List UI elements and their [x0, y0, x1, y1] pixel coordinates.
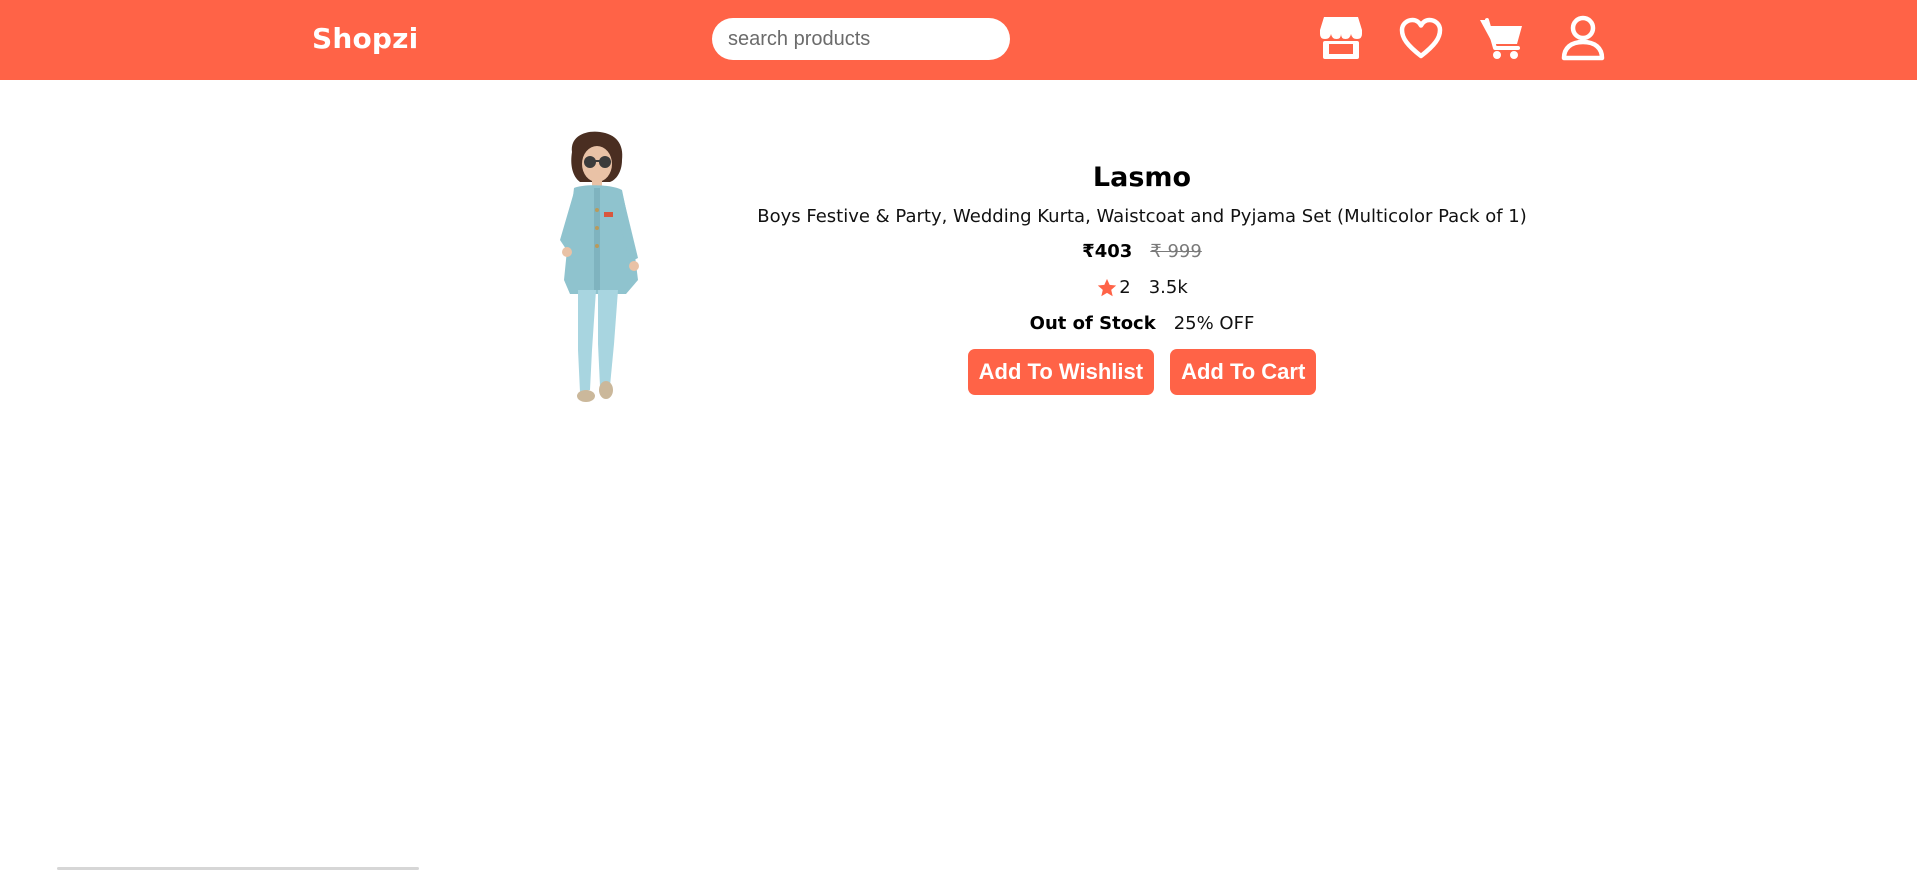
product-details: Lasmo Boys Festive & Party, Wedding Kurt… — [742, 158, 1542, 395]
product-image[interactable] — [534, 130, 669, 430]
rating-value: 2 — [1119, 277, 1131, 298]
star-icon — [1098, 278, 1117, 297]
store-icon[interactable] — [1318, 14, 1364, 62]
price-row: ₹403 ₹ 999 — [1082, 235, 1202, 269]
discount-badge: 25% OFF — [1173, 313, 1255, 334]
stock-row: Out of Stock 25% OFF — [1030, 307, 1255, 341]
horizontal-scrollbar[interactable] — [57, 867, 419, 870]
brand-logo[interactable]: Shopzi — [312, 22, 418, 55]
product-name: Lasmo — [1092, 162, 1192, 193]
navbar: Shopzi — [0, 0, 1917, 80]
product-price: ₹403 — [1082, 241, 1133, 262]
review-count: 3.5k — [1148, 277, 1188, 298]
search-input[interactable] — [712, 18, 1010, 60]
user-icon[interactable] — [1560, 14, 1606, 62]
rating-row: 2 3.5k — [1096, 271, 1188, 305]
cart-icon[interactable] — [1478, 14, 1524, 62]
stock-status: Out of Stock — [1029, 313, 1156, 334]
original-price: ₹ 999 — [1150, 241, 1202, 262]
heart-icon[interactable] — [1398, 14, 1444, 62]
add-to-cart-button[interactable]: Add To Cart — [1170, 349, 1317, 395]
add-to-wishlist-button[interactable]: Add To Wishlist — [967, 349, 1155, 395]
product-description: Boys Festive & Party, Wedding Kurta, Wai… — [757, 206, 1527, 227]
action-buttons: Add To Wishlist Add To Cart — [967, 349, 1317, 395]
